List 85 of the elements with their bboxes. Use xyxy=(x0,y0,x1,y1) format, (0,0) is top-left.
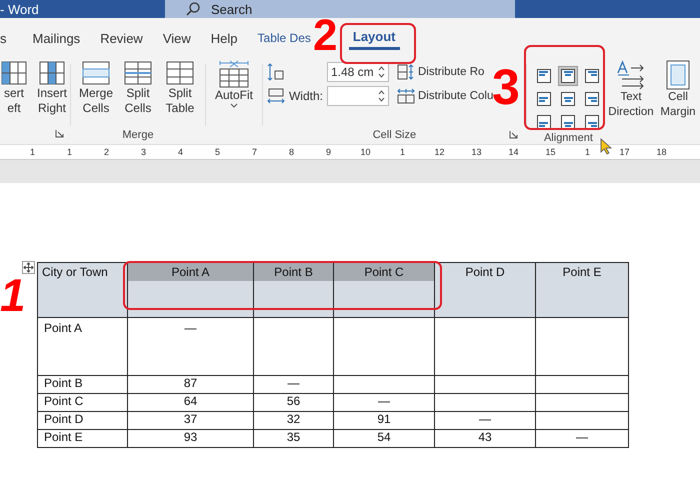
table-tool-button[interactable]: Split Table xyxy=(158,58,201,118)
ruler-number: 3 xyxy=(140,146,147,159)
insert-button[interactable]: sert eft xyxy=(0,58,33,118)
header-cell: Point B xyxy=(254,262,334,318)
ribbon-tab[interactable]: Layout xyxy=(348,26,400,50)
ruler-number: 9 xyxy=(324,146,332,159)
cell-alignment-button[interactable] xyxy=(558,66,578,86)
ruler-number: 8 xyxy=(288,146,295,159)
spinner-icon xyxy=(378,65,385,79)
ruler-number: 13 xyxy=(470,146,482,159)
header-cell: Point C xyxy=(334,262,434,318)
group-label: Cell Size xyxy=(372,129,416,143)
table-cell: 93 xyxy=(128,430,254,448)
search-placeholder: Search xyxy=(211,2,252,16)
cell-margins-button[interactable]: Cell Margin xyxy=(656,58,700,122)
ruler-number: 1 xyxy=(66,146,73,159)
header-cell: Point E xyxy=(536,262,628,318)
table-tool-button[interactable]: Merge Cells xyxy=(74,58,117,118)
mouse-pointer-icon xyxy=(600,138,612,155)
table-cell: 91 xyxy=(334,412,434,430)
table-cell: 37 xyxy=(128,412,254,430)
dialog-launcher-icon[interactable] xyxy=(508,130,518,139)
distribute-rows-icon xyxy=(396,64,415,80)
ribbon-tab[interactable]: Help xyxy=(210,25,250,51)
ruler-number: 5 xyxy=(214,146,221,159)
table-cell: — xyxy=(334,394,434,412)
ruler-number: 1 xyxy=(584,146,591,159)
header-cell: Point A xyxy=(128,262,254,318)
ruler-number: 15 xyxy=(544,146,556,159)
table-move-handle-icon[interactable] xyxy=(22,261,35,274)
ruler-number: 1 xyxy=(398,146,406,159)
table-cell: 87 xyxy=(128,376,254,394)
ruler-number: 18 xyxy=(655,146,668,159)
step-number: 3 xyxy=(492,62,520,112)
table-cell: 32 xyxy=(254,412,334,430)
table-cell: 54 xyxy=(334,430,434,448)
table-tool-button[interactable]: Split Cells xyxy=(116,58,159,118)
table-cell: Point E xyxy=(38,430,128,448)
group-label: Merge xyxy=(122,129,154,143)
table-cell: — xyxy=(536,430,628,448)
ruler-number: 7 xyxy=(250,146,258,159)
height-field[interactable]: 1.48 cm xyxy=(326,62,389,82)
row-height-icon xyxy=(266,63,285,81)
ruler-number: 14 xyxy=(507,146,520,159)
search-icon xyxy=(185,1,201,17)
group-label: Alignment xyxy=(544,132,593,146)
ribbon-tab[interactable]: View xyxy=(162,25,203,51)
table-cell: 35 xyxy=(254,430,334,448)
ruler-number: 2 xyxy=(102,146,110,159)
table-cell: 64 xyxy=(128,394,254,412)
spinner-icon xyxy=(378,89,385,103)
step-number: 1 xyxy=(0,272,26,318)
table-cell: — xyxy=(434,412,536,430)
ribbon-tab[interactable]: Review xyxy=(100,25,155,51)
table-cell: Point D xyxy=(38,412,128,430)
table-cell: — xyxy=(254,376,334,394)
ribbon-tab[interactable]: Mailings xyxy=(32,25,92,51)
ruler-number: 1 xyxy=(28,146,36,159)
dialog-launcher-icon[interactable] xyxy=(55,129,64,138)
dropdown-caret-icon xyxy=(230,103,238,108)
table-cell: 43 xyxy=(434,430,536,448)
table-cell: — xyxy=(128,318,254,376)
ruler-number: 17 xyxy=(618,146,630,159)
ruler-number: 4 xyxy=(176,146,184,159)
ruler-number: 10 xyxy=(359,146,372,159)
ruler-number: 12 xyxy=(433,146,446,159)
ribbon-tab[interactable]: Table Des xyxy=(258,25,311,51)
width-field[interactable] xyxy=(326,86,389,106)
window-title: - Word xyxy=(0,2,40,16)
table-cell: Point A xyxy=(38,318,128,376)
width-label: Width: xyxy=(288,89,323,103)
text-direction-icon xyxy=(616,60,646,90)
header-cell: City or Town xyxy=(38,262,128,318)
search-field[interactable]: Search xyxy=(165,0,515,18)
ribbon-tab[interactable]: s xyxy=(0,25,18,51)
table-cell: 56 xyxy=(254,394,334,412)
autofit-button[interactable]: AutoFit xyxy=(210,58,258,110)
distribute-rows-button[interactable]: Distribute Ro xyxy=(394,64,486,80)
table-cell: Point B xyxy=(38,376,128,394)
text-direction-button[interactable]: Text Direction xyxy=(606,58,656,122)
insert-button[interactable]: Insert Right xyxy=(33,58,71,118)
table-cell: Point C xyxy=(38,394,128,412)
column-width-icon xyxy=(266,87,285,105)
header-cell: Point D xyxy=(434,262,536,318)
distribute-columns-icon xyxy=(396,88,415,104)
